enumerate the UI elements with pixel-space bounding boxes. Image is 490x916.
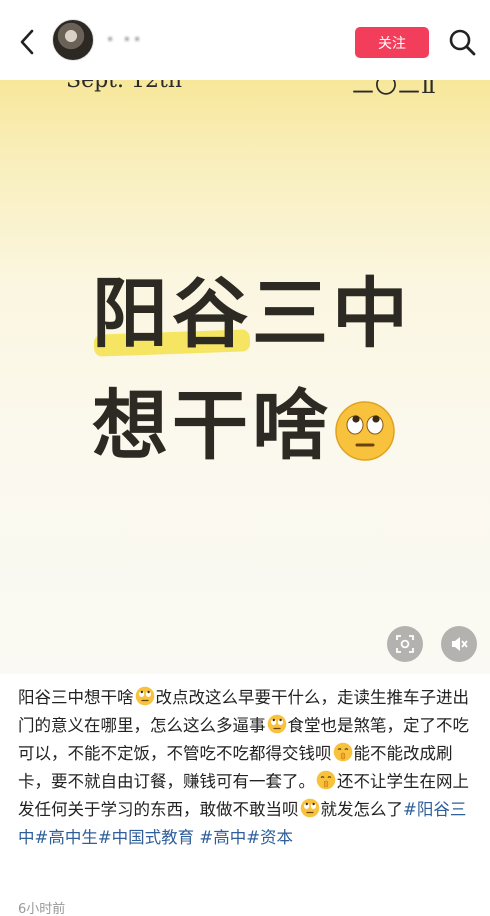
scan-icon xyxy=(396,635,414,653)
follow-button[interactable]: 关注 xyxy=(355,27,429,58)
search-button[interactable] xyxy=(446,26,478,58)
avatar[interactable] xyxy=(52,19,94,61)
eye-roll-emoji xyxy=(300,798,319,818)
caption-text: 就发怎么了 xyxy=(320,800,404,819)
headline-line-2: 想干啥 xyxy=(92,381,332,470)
shush-emoji xyxy=(316,770,336,790)
eye-roll-emoji xyxy=(135,686,154,706)
back-button[interactable] xyxy=(14,26,42,58)
hashtag-link[interactable]: #高中 xyxy=(199,828,246,847)
mute-icon xyxy=(452,637,468,651)
top-bar: • •• 关注 xyxy=(0,0,490,80)
headline-line-1: 阳谷三中 xyxy=(92,269,412,358)
shush-emoji xyxy=(333,742,352,762)
mute-button[interactable] xyxy=(441,626,477,662)
hashtag-link[interactable]: #资本 xyxy=(246,828,293,847)
hashtag-link[interactable]: #高中生 xyxy=(35,828,98,847)
username[interactable]: • •• xyxy=(106,32,143,48)
chevron-left-icon xyxy=(20,29,34,55)
search-icon xyxy=(449,29,476,56)
date-left: Sept. 12th xyxy=(66,80,183,93)
caption-text: 阳谷三中想干啥 xyxy=(18,688,134,707)
hashtag-link[interactable]: #中国式教育 xyxy=(98,828,194,847)
scan-button[interactable] xyxy=(387,626,423,662)
date-right: 二〇二Ⅱ xyxy=(352,80,437,99)
post-time: 6小时前 xyxy=(18,902,66,916)
eye-roll-emoji xyxy=(267,714,286,734)
eye-roll-emoji xyxy=(335,401,395,461)
post-caption: 阳谷三中想干啥 改点改这么早要干什么，走读生推车子进出门的意义在哪里，怎么这么多逼… xyxy=(18,684,474,852)
post-image[interactable]: Sept. 12th 二〇二Ⅱ 阳谷三中 想干啥 xyxy=(0,80,490,674)
